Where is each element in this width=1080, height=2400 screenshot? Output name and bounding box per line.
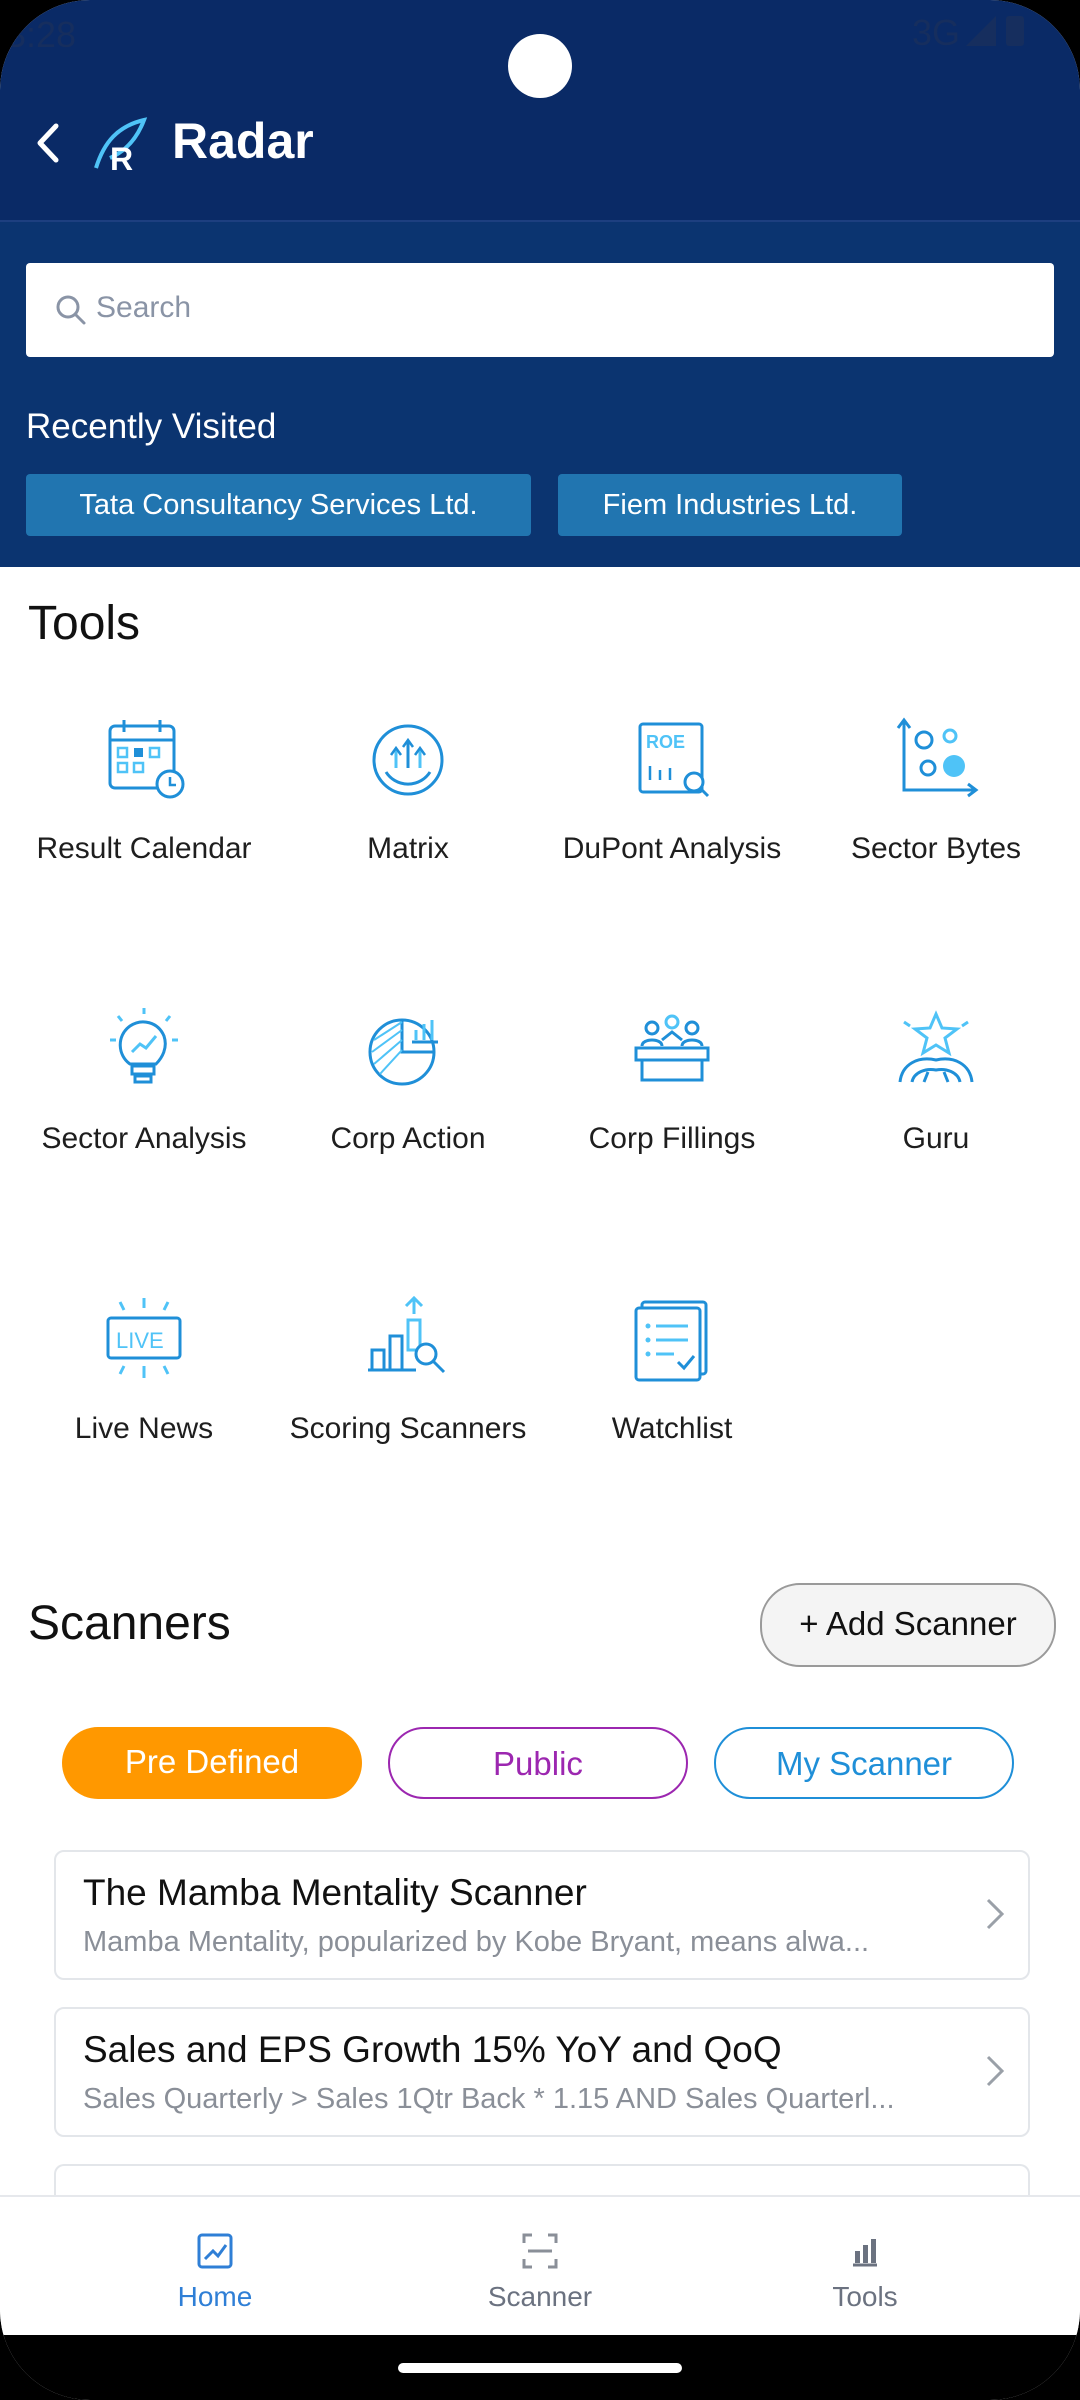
tool-guru[interactable]: Guru xyxy=(804,1000,1068,1160)
scanner-description: Sales Quarterly > Sales 1Qtr Back * 1.15… xyxy=(83,2083,895,2115)
tool-label: Scoring Scanners xyxy=(289,1412,527,1445)
tool-label: Sector Analysis xyxy=(41,1122,247,1155)
scanner-title: The Mamba Mentality Scanner xyxy=(83,1872,587,1913)
chevron-right-icon xyxy=(986,1898,1005,1930)
svg-text:ROE: ROE xyxy=(646,732,685,752)
tab-public[interactable]: Public xyxy=(388,1727,688,1799)
tool-matrix[interactable]: Matrix xyxy=(276,710,540,870)
tool-corp-action[interactable]: Corp Action xyxy=(276,1000,540,1160)
signal-icon xyxy=(966,16,996,46)
calendar-icon xyxy=(108,720,185,799)
page-title: Radar xyxy=(172,113,314,169)
bottom-navigation: Home Scanner Tools xyxy=(0,2195,1080,2337)
scan-icon xyxy=(522,2233,558,2269)
tool-live-news[interactable]: LIVE Live News xyxy=(12,1290,276,1450)
search-icon xyxy=(56,295,86,325)
recent-chip[interactable]: Fiem Industries Ltd. xyxy=(558,474,902,536)
meeting-icon xyxy=(634,1014,710,1082)
search-placeholder: Search xyxy=(96,291,192,324)
tab-pre-defined[interactable]: Pre Defined xyxy=(62,1727,362,1799)
app-header: 3:28 3G R Radar xyxy=(0,0,1080,220)
gesture-bar xyxy=(0,2335,1080,2400)
tool-label: Corp Fillings xyxy=(588,1122,756,1155)
search-section: Search Recently Visited Tata Consultancy… xyxy=(0,222,1080,567)
nav-home[interactable]: Home xyxy=(115,2231,315,2313)
tools-title: Tools xyxy=(28,597,141,650)
tool-label: DuPont Analysis xyxy=(562,832,782,865)
add-scanner-button[interactable]: + Add Scanner xyxy=(760,1583,1056,1667)
nav-label: Scanner xyxy=(487,2281,593,2312)
star-hands-icon xyxy=(898,1010,974,1083)
svg-text:R: R xyxy=(110,141,133,176)
tool-result-calendar[interactable]: Result Calendar xyxy=(12,710,276,870)
roe-icon: ROE xyxy=(638,722,710,798)
tool-label: Matrix xyxy=(367,832,449,865)
camera-cutout xyxy=(508,34,572,98)
tool-label: Corp Action xyxy=(330,1122,486,1155)
tab-my-scanner[interactable]: My Scanner xyxy=(714,1727,1014,1799)
tool-watchlist[interactable]: Watchlist xyxy=(540,1290,804,1450)
tool-scoring-scanners[interactable]: Scoring Scanners xyxy=(276,1290,540,1450)
scatter-chart-icon xyxy=(896,717,979,798)
live-icon: LIVE xyxy=(106,1298,182,1378)
nav-tools[interactable]: Tools xyxy=(765,2231,965,2313)
scanner-title: Sales and EPS Growth 15% YoY and QoQ xyxy=(83,2029,782,2070)
svg-text:LIVE: LIVE xyxy=(116,1328,164,1353)
bar-search-icon xyxy=(368,1295,446,1374)
tool-dupont-analysis[interactable]: ROE DuPont Analysis xyxy=(540,710,804,870)
home-gesture-handle[interactable] xyxy=(398,2363,682,2373)
search-input[interactable]: Search xyxy=(26,263,1054,357)
scanners-title: Scanners xyxy=(28,1597,231,1650)
tool-sector-bytes[interactable]: Sector Bytes xyxy=(804,710,1068,870)
tool-label: Result Calendar xyxy=(36,832,252,865)
status-network: 3G xyxy=(911,12,960,53)
tool-label: Live News xyxy=(74,1412,214,1445)
battery-icon xyxy=(1006,16,1024,46)
scanner-card[interactable]: Sales and EPS Growth 15% YoY and QoQ Sal… xyxy=(54,2007,1030,2137)
list-icon xyxy=(634,1300,708,1382)
tool-sector-analysis[interactable]: Sector Analysis xyxy=(12,1000,276,1160)
tool-label: Guru xyxy=(902,1122,970,1155)
matrix-icon xyxy=(372,724,444,796)
tools-chart-icon xyxy=(853,2239,877,2267)
tool-label: Sector Bytes xyxy=(850,832,1022,865)
nav-scanner[interactable]: Scanner xyxy=(440,2231,640,2313)
home-chart-icon xyxy=(197,2233,233,2269)
tool-corp-fillings[interactable]: Corp Fillings xyxy=(540,1000,804,1160)
nav-label: Tools xyxy=(832,2281,898,2312)
back-arrow-icon[interactable] xyxy=(28,118,72,168)
status-time: 3:28 xyxy=(6,14,77,55)
scanner-card[interactable]: The Mamba Mentality Scanner Mamba Mental… xyxy=(54,1850,1030,1980)
scanner-description: Mamba Mentality, popularized by Kobe Bry… xyxy=(83,1926,870,1958)
recent-chip[interactable]: Tata Consultancy Services Ltd. xyxy=(26,474,531,536)
pie-chart-icon xyxy=(368,1018,438,1086)
phone-screen: 3:28 3G R Radar Search Recently Visited … xyxy=(0,0,1080,2400)
nav-label: Home xyxy=(177,2281,253,2312)
radar-logo-icon: R xyxy=(94,117,148,176)
recently-visited-label: Recently Visited xyxy=(26,407,277,446)
chevron-right-icon xyxy=(986,2055,1005,2087)
bulb-icon xyxy=(110,1008,178,1084)
tool-label: Watchlist xyxy=(611,1412,733,1445)
